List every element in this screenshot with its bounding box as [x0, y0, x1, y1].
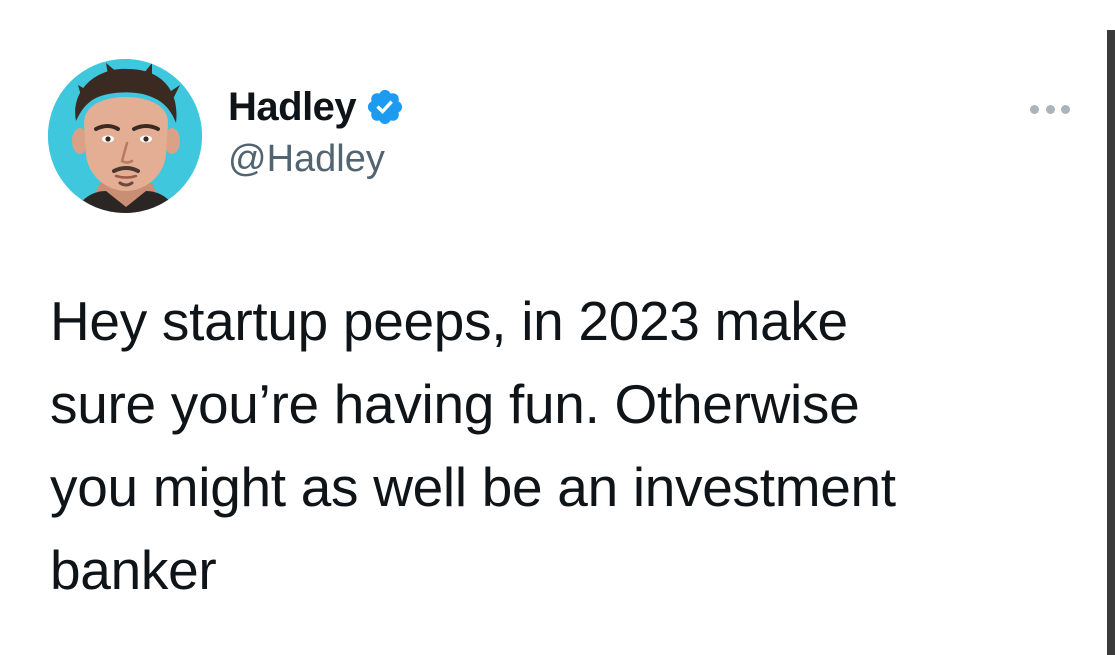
avatar-illustration — [48, 59, 202, 213]
more-dot — [1045, 104, 1055, 114]
name-row: Hadley — [228, 82, 405, 132]
display-name[interactable]: Hadley — [228, 85, 357, 130]
more-dot — [1030, 104, 1039, 114]
tweet-text: Hey startup peeps, in 2023 make sure you… — [50, 290, 896, 601]
tweet-card: Hadley @Hadley Hey startup peeps, in 202… — [0, 0, 1115, 655]
verified-badge-icon — [365, 87, 405, 127]
more-dot — [1061, 104, 1070, 114]
window-edge — [1107, 30, 1115, 655]
handle[interactable]: @Hadley — [228, 138, 405, 181]
avatar[interactable] — [48, 59, 202, 213]
more-options-icon[interactable] — [1030, 103, 1070, 115]
author-block: Hadley @Hadley — [228, 82, 405, 181]
